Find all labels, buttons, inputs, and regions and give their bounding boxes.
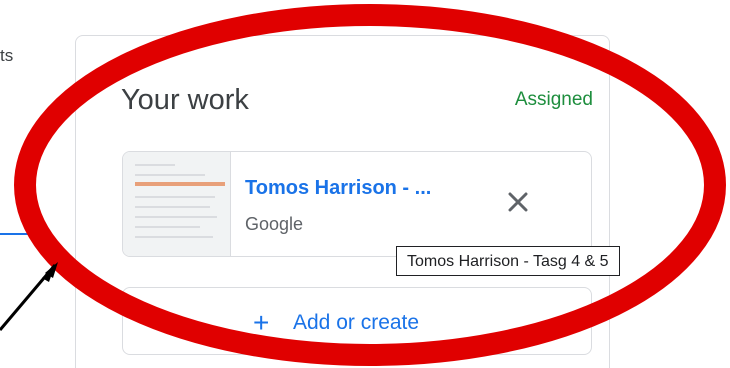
attachment-tooltip: Tomos Harrison - Tasg 4 & 5: [396, 246, 620, 276]
thumbnail-line: [135, 236, 213, 238]
add-or-create-button[interactable]: + Add or create: [122, 287, 592, 355]
thumbnail-line: [135, 196, 215, 198]
thumbnail-accent: [135, 182, 225, 186]
thumbnail-line: [135, 174, 205, 176]
left-tab-underline: [0, 233, 48, 235]
card-title: Your work: [121, 84, 249, 116]
plus-icon: +: [253, 307, 270, 338]
close-icon[interactable]: [500, 184, 536, 220]
left-fragment-text: ts: [0, 46, 14, 65]
attachment-type: Google: [245, 214, 304, 234]
thumbnail-line: [135, 164, 175, 166]
your-work-card: Your work Assigned Tomos Harrison - ... …: [75, 35, 620, 368]
screenshot-stage: ts Your work Assigned Tomos Harrison - .…: [0, 0, 730, 368]
attachment-item[interactable]: Tomos Harrison - ... Google: [122, 151, 592, 257]
add-or-create-label: Add or create: [293, 311, 420, 334]
thumbnail-line: [135, 216, 217, 218]
status-badge: Assigned: [514, 89, 593, 110]
thumbnail-line: [135, 226, 200, 228]
document-thumbnail: [123, 152, 231, 256]
attachment-title[interactable]: Tomos Harrison - ...: [245, 177, 431, 200]
thumbnail-line: [135, 206, 210, 208]
